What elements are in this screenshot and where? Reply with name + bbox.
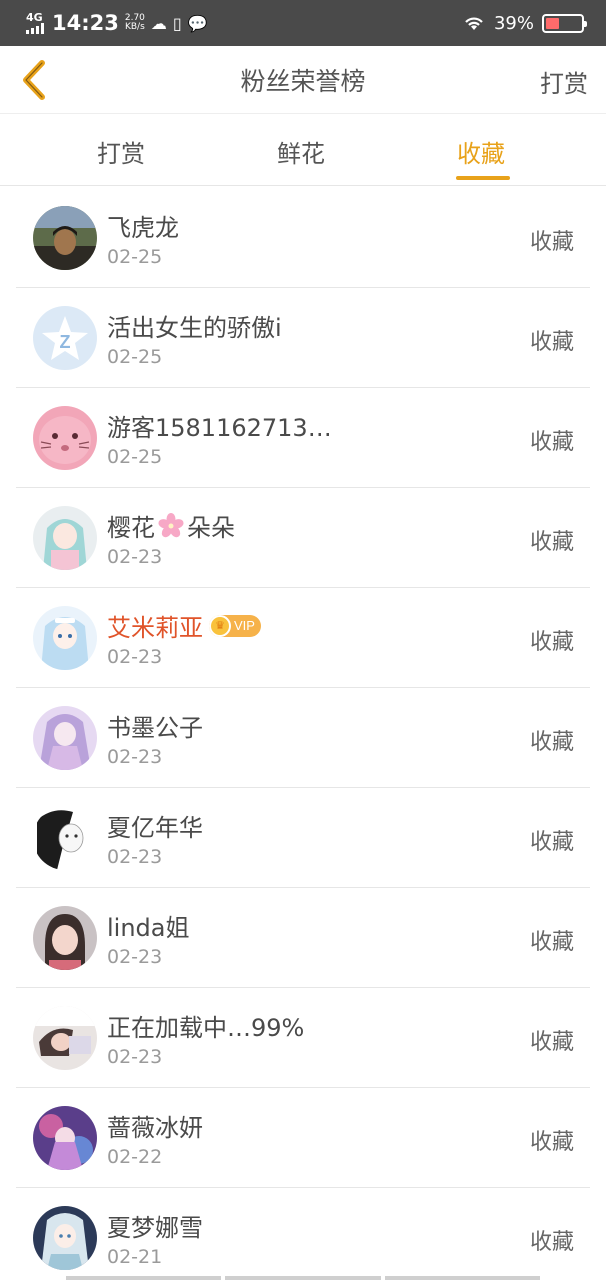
tab-flowers[interactable]: 鲜花 [277, 134, 325, 169]
avatar [33, 706, 97, 770]
action-label: 收藏 [529, 630, 574, 655]
cloud-icon: ☁ [150, 13, 167, 33]
avatar [33, 1006, 97, 1070]
chevron-left-icon [23, 60, 45, 100]
avatar [33, 806, 97, 870]
avatar [33, 606, 97, 670]
list-item[interactable]: 飞虎龙 02-25 收藏 [16, 188, 590, 288]
list-item[interactable]: 艾米莉亚 ♛ VIP 02-23 收藏 [16, 588, 590, 688]
vip-label: VIP [234, 618, 255, 633]
vip-badge: ♛ VIP [209, 614, 261, 637]
avatar: Z [33, 306, 97, 370]
date: 02-25 [107, 446, 163, 468]
fan-list: 飞虎龙 02-25 收藏 Z 活出女生的骄傲i 02-25 收藏 游客15811… [0, 188, 606, 1280]
list-item[interactable]: 蔷薇冰妍 02-22 收藏 [16, 1088, 590, 1188]
list-item[interactable]: 书墨公子 02-23 收藏 [16, 688, 590, 788]
reward-button[interactable]: 打赏 [540, 64, 588, 99]
back-button[interactable] [14, 56, 54, 104]
phone-icon: ▯ [172, 13, 182, 33]
action-label: 收藏 [529, 830, 574, 855]
user-name: linda姐 [107, 914, 190, 942]
date: 02-23 [107, 646, 163, 668]
status-bar: 4G 14:23 2.70 KB/s ☁ ▯ 💬 39% [0, 0, 606, 46]
list-item[interactable]: 樱花 朵朵 02-23 收藏 [16, 488, 590, 588]
svg-text:Z: Z [60, 332, 71, 352]
date: 02-23 [107, 746, 163, 768]
action-label: 收藏 [529, 730, 574, 755]
tab-bar: 打赏 鲜花 收藏 [0, 114, 606, 186]
avatar [33, 506, 97, 570]
action-label: 收藏 [529, 1030, 574, 1055]
user-name: 活出女生的骄傲i [107, 314, 282, 342]
wifi-icon [465, 17, 483, 30]
list-item[interactable]: 正在加载中…99% 02-23 收藏 [16, 988, 590, 1088]
avatar [33, 1206, 97, 1270]
user-name-part: 朵朵 [187, 514, 235, 542]
list-item[interactable]: linda姐 02-23 收藏 [16, 888, 590, 988]
action-label: 收藏 [529, 330, 574, 355]
action-label: 收藏 [529, 930, 574, 955]
action-label: 收藏 [529, 430, 574, 455]
user-name: 飞虎龙 [107, 214, 179, 242]
date: 02-22 [107, 1146, 163, 1168]
action-label: 收藏 [529, 530, 574, 555]
user-name: 蔷薇冰妍 [107, 1114, 203, 1142]
action-label: 收藏 [529, 230, 574, 255]
date: 02-23 [107, 1046, 163, 1068]
bottom-navigation-indicator [66, 1276, 540, 1280]
status-time: 14:23 [52, 11, 119, 35]
crown-icon: ♛ [209, 614, 231, 637]
message-bubble-icon: 💬 [187, 13, 208, 33]
active-tab-indicator [456, 176, 510, 180]
avatar [33, 206, 97, 270]
action-label: 收藏 [529, 1230, 574, 1255]
network-speed-unit: KB/s [124, 22, 145, 32]
user-name: 艾米莉亚 [107, 614, 203, 642]
avatar [33, 1106, 97, 1170]
tab-favorites[interactable]: 收藏 [457, 134, 505, 169]
user-name-part: 樱花 [107, 514, 155, 542]
user-name: 夏亿年华 [107, 814, 203, 842]
list-item[interactable]: 夏梦娜雪 02-21 收藏 [16, 1188, 590, 1280]
battery-percent: 39% [493, 12, 534, 34]
list-item[interactable]: Z 活出女生的骄傲i 02-25 收藏 [16, 288, 590, 388]
date: 02-21 [107, 1246, 163, 1268]
battery-icon [542, 13, 587, 33]
network-speed: 2.70 KB/s [125, 14, 145, 32]
tab-reward[interactable]: 打赏 [97, 134, 145, 169]
date: 02-23 [107, 946, 163, 968]
avatar [33, 406, 97, 470]
network-type-label: 4G [26, 10, 43, 24]
list-item[interactable]: 游客1581162713… 02-25 收藏 [16, 388, 590, 488]
date: 02-25 [107, 346, 163, 368]
date: 02-23 [107, 546, 163, 568]
user-name: 游客1581162713… [107, 414, 332, 442]
date: 02-23 [107, 846, 163, 868]
nav-bar: 粉丝荣誉榜 打赏 [0, 46, 606, 114]
sakura-flower-icon [158, 512, 184, 537]
avatar [33, 906, 97, 970]
date: 02-25 [107, 246, 163, 268]
user-name: 正在加载中…99% [107, 1014, 305, 1042]
page-title: 粉丝荣誉榜 [240, 66, 366, 96]
user-name: 夏梦娜雪 [107, 1214, 203, 1242]
list-item[interactable]: 夏亿年华 02-23 收藏 [16, 788, 590, 888]
user-name: 书墨公子 [107, 714, 203, 742]
cellular-signal-icon: 4G [26, 10, 44, 34]
action-label: 收藏 [529, 1130, 574, 1155]
